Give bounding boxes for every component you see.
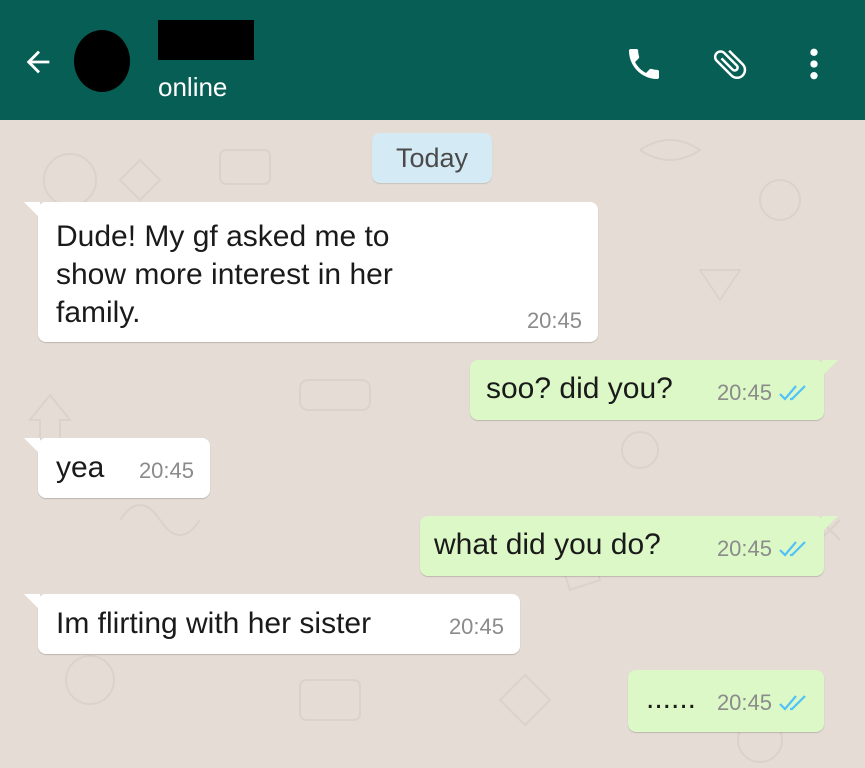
message-outgoing[interactable]: what did you do? 20:45: [420, 516, 838, 576]
back-button[interactable]: [16, 40, 60, 84]
message-time: 20:45: [716, 690, 772, 715]
phone-icon: [629, 49, 659, 79]
message-meta: 20:45: [717, 690, 808, 716]
menu-button[interactable]: [790, 40, 838, 88]
call-button[interactable]: [620, 40, 668, 88]
bubble-tail: [822, 360, 838, 376]
arrow-left-icon: [26, 50, 50, 74]
message-text: Im flirting with her sister: [56, 607, 372, 640]
chat-header: online: [0, 0, 865, 120]
attach-button[interactable]: [706, 40, 754, 88]
bubble-tail: [24, 594, 40, 610]
message-incoming[interactable]: Dude! My gf asked me to show more intere…: [24, 202, 598, 342]
message-outgoing[interactable]: soo? did you? 20:45: [470, 360, 838, 420]
chat-area[interactable]: Today Dude! My gf asked me to show more …: [0, 120, 865, 768]
message-outgoing[interactable]: ...... 20:45: [628, 670, 824, 732]
bubble-tail: [822, 516, 838, 532]
message-text: yea: [56, 451, 105, 484]
message-time: 20:45: [526, 308, 582, 333]
double-check-read-icon: [779, 385, 806, 401]
message-text: soo? did you?: [486, 372, 673, 405]
message-meta: 20:45: [717, 536, 808, 562]
double-check-read-icon: [779, 695, 806, 711]
bubble-tail: [24, 202, 40, 218]
contact-name-redacted[interactable]: [158, 20, 254, 60]
bubble-tail: [24, 438, 40, 454]
message-meta: 20:45: [717, 380, 808, 406]
message-incoming[interactable]: Im flirting with her sister 20:45: [24, 594, 520, 654]
message-time: 20:45: [716, 380, 772, 405]
message-text: ......: [646, 682, 697, 715]
contact-avatar[interactable]: [74, 30, 130, 92]
message-time: 20:45: [138, 458, 194, 483]
date-divider: Today: [372, 133, 492, 183]
message-text: Dude! My gf asked me to show more intere…: [56, 220, 393, 329]
message-time: 20:45: [716, 536, 772, 561]
message-meta: 20:45: [139, 458, 194, 484]
message-meta: 20:45: [527, 308, 582, 334]
message-incoming[interactable]: yea 20:45: [24, 438, 210, 498]
more-vert-icon: [810, 48, 818, 80]
message-meta: 20:45: [449, 614, 504, 640]
contact-status: online: [158, 72, 228, 102]
paperclip-icon: [713, 49, 747, 80]
message-time: 20:45: [448, 614, 504, 639]
double-check-read-icon: [779, 541, 806, 557]
message-text: what did you do?: [434, 528, 661, 561]
